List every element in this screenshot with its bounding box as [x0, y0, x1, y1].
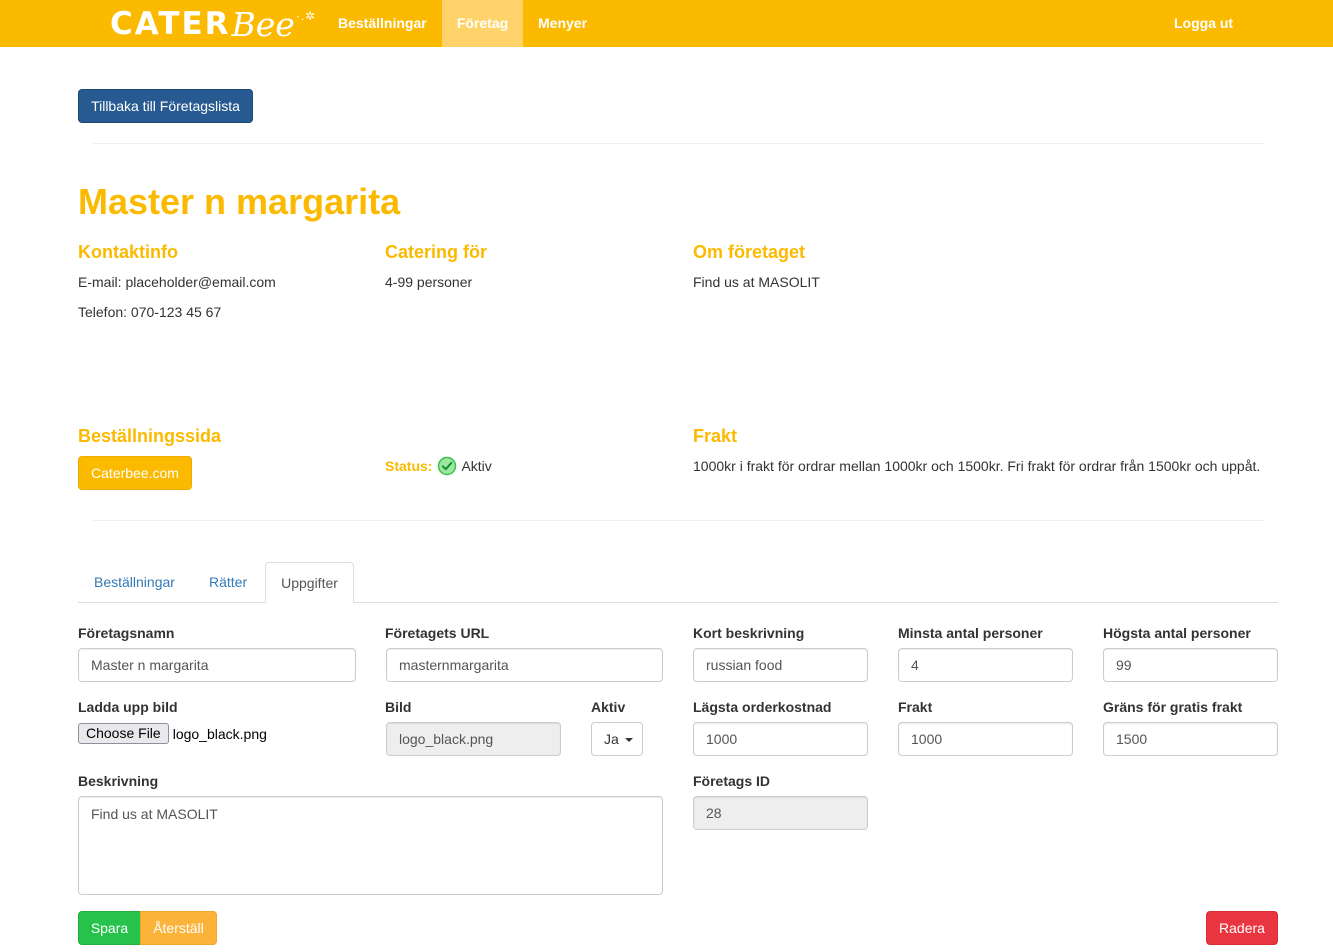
check-circle-icon: [438, 456, 457, 476]
short-description-input[interactable]: [693, 648, 868, 682]
tab-orders[interactable]: Beställningar: [94, 562, 175, 602]
description-label: Beskrivning: [78, 773, 159, 789]
caterbee-logo[interactable]: CATER Bee ·.✲: [110, 4, 317, 44]
tab-details[interactable]: Uppgifter: [265, 562, 354, 603]
status-row: Status: Aktiv: [385, 456, 492, 476]
choose-file-button[interactable]: Choose File: [78, 723, 169, 744]
page-title: Master n margarita: [78, 181, 401, 222]
logo-bee-icon: ·.✲: [295, 9, 317, 23]
image-filename-input: [386, 722, 561, 756]
contact-heading: Kontaktinfo: [78, 242, 178, 262]
catering-heading: Catering för: [385, 242, 488, 262]
file-upload: Choose File logo_black.png: [78, 723, 267, 744]
min-persons-label: Minsta antal personer: [898, 625, 1043, 641]
min-order-cost-input[interactable]: [693, 722, 868, 756]
company-url-input[interactable]: [386, 648, 663, 682]
selected-file-name: logo_black.png: [172, 725, 267, 742]
catering-text: 4-99 personer: [385, 274, 473, 290]
reset-button[interactable]: Återställ: [140, 911, 217, 945]
active-dropdown-value: Ja: [604, 731, 619, 747]
nav-company[interactable]: Företag: [442, 0, 523, 47]
divider: [93, 143, 1263, 144]
logo-script-text: Bee: [231, 4, 295, 44]
status-value: Aktiv: [461, 458, 492, 474]
tab-dishes[interactable]: Rätter: [209, 562, 247, 602]
max-persons-label: Högsta antal personer: [1103, 625, 1251, 641]
active-label: Aktiv: [591, 699, 626, 715]
active-dropdown[interactable]: Ja: [591, 722, 643, 756]
save-button[interactable]: Spara: [78, 911, 141, 945]
caret-down-icon: [624, 738, 633, 743]
order-page-heading: Beställningssida: [78, 426, 222, 446]
company-id-label: Företags ID: [693, 773, 771, 789]
divider: [93, 520, 1263, 521]
shipping-cost-label: Frakt: [898, 699, 933, 715]
free-shipping-limit-label: Gräns för gratis frakt: [1103, 699, 1243, 715]
min-order-cost-label: Lägsta orderkostnad: [693, 699, 832, 715]
back-to-company-list-button[interactable]: Tillbaka till Företagslista: [78, 89, 253, 123]
company-id-input: [693, 796, 868, 830]
min-persons-input[interactable]: [898, 648, 1073, 682]
delete-button[interactable]: Radera: [1206, 911, 1278, 945]
shipping-text: 1000kr i frakt för ordrar mellan 1000kr …: [693, 458, 1261, 474]
free-shipping-limit-input[interactable]: [1103, 722, 1278, 756]
image-label: Bild: [385, 699, 412, 715]
contact-phone: Telefon: 070-123 45 67: [78, 304, 222, 320]
contact-email: E-mail: placeholder@email.com: [78, 274, 276, 290]
nav-menus[interactable]: Menyer: [538, 0, 587, 47]
logo-main-text: CATER: [110, 6, 231, 42]
shipping-heading: Frakt: [693, 426, 738, 446]
nav-orders[interactable]: Beställningar: [338, 0, 427, 47]
upload-image-label: Ladda upp bild: [78, 699, 178, 715]
company-url-label: Företagets URL: [385, 625, 490, 641]
max-persons-input[interactable]: [1103, 648, 1278, 682]
short-description-label: Kort beskrivning: [693, 625, 805, 641]
about-heading: Om företaget: [693, 242, 806, 262]
status-label: Status:: [385, 458, 433, 474]
top-navbar: CATER Bee ·.✲ Beställningar Företag Meny…: [0, 0, 1333, 47]
company-name-input[interactable]: [78, 648, 356, 682]
company-name-label: Företagsnamn: [78, 625, 175, 641]
caterbee-link-button[interactable]: Caterbee.com: [78, 456, 192, 490]
shipping-cost-input[interactable]: [898, 722, 1073, 756]
description-textarea[interactable]: Find us at MASOLIT: [78, 796, 663, 895]
tabs-border: [78, 602, 1278, 603]
about-text: Find us at MASOLIT: [693, 274, 820, 290]
logout-link[interactable]: Logga ut: [1174, 0, 1233, 47]
